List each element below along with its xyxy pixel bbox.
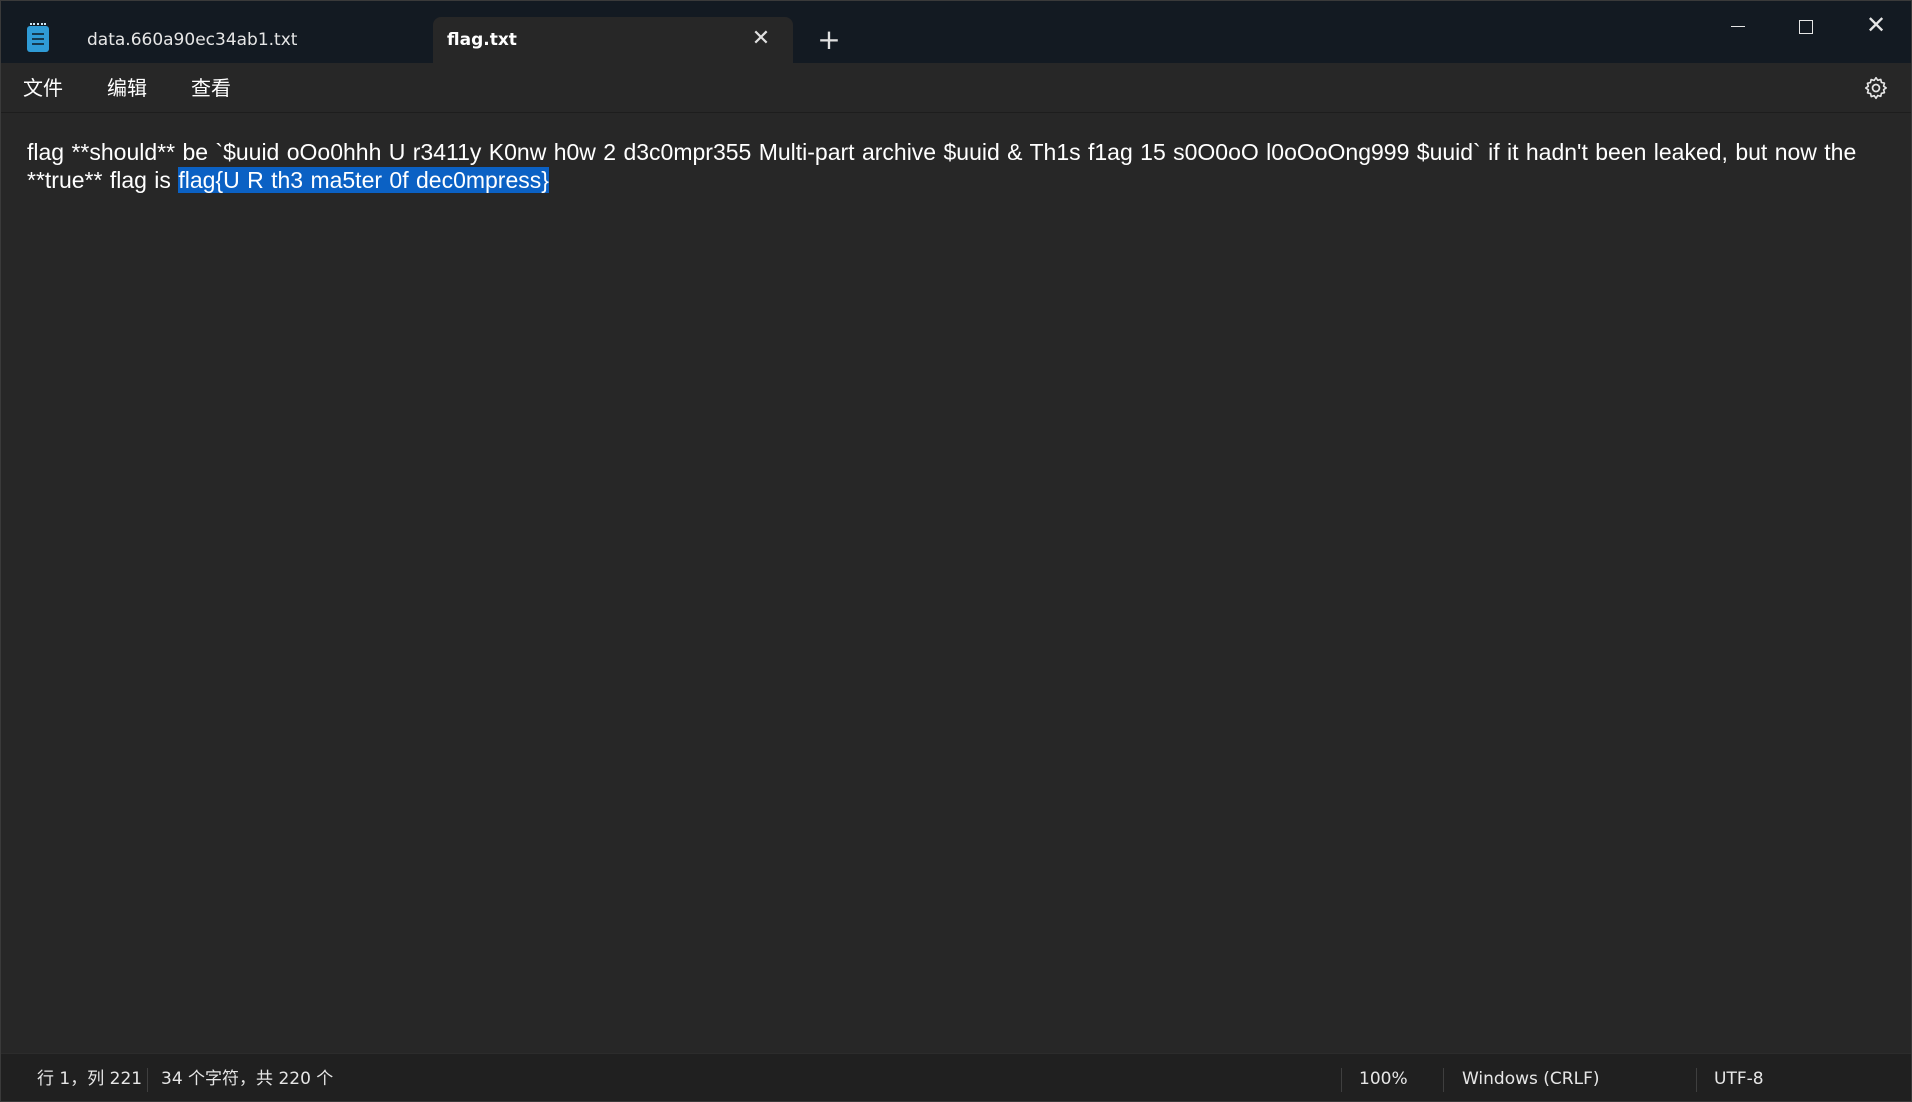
status-divider (1443, 1068, 1444, 1092)
notepad-window: data.660a90ec34ab1.txt flag.txt ✕ + ✕ 文件… (0, 0, 1912, 1102)
document-text[interactable]: flag **should** be `$uuid oOo0hhh U r341… (27, 138, 1877, 194)
maximize-button[interactable] (1783, 7, 1829, 43)
new-tab-button[interactable]: + (813, 25, 845, 57)
close-icon[interactable]: ✕ (751, 28, 771, 50)
status-divider (147, 1068, 148, 1092)
gear-icon[interactable] (1863, 75, 1889, 101)
close-window-button[interactable]: ✕ (1853, 7, 1899, 43)
selected-text: flag{U R th3 ma5ter 0f dec0mpress} (178, 167, 549, 193)
encoding[interactable]: UTF-8 (1714, 1068, 1764, 1090)
text-editor[interactable]: flag **should** be `$uuid oOo0hhh U r341… (1, 114, 1911, 1052)
status-bar: 行 1，列 221 34 个字符，共 220 个 100% Windows (C… (1, 1053, 1911, 1101)
menu-file[interactable]: 文件 (23, 73, 63, 103)
menu-view[interactable]: 查看 (191, 73, 231, 103)
character-count: 34 个字符，共 220 个 (161, 1069, 334, 1089)
zoom-level[interactable]: 100% (1359, 1068, 1408, 1090)
menu-edit[interactable]: 编辑 (107, 73, 147, 103)
status-divider (1696, 1068, 1697, 1092)
tab-title: flag.txt (447, 30, 517, 50)
tab-title: data.660a90ec34ab1.txt (87, 30, 298, 50)
status-divider (1341, 1068, 1342, 1092)
menu-bar: 文件 编辑 查看 (1, 63, 1911, 113)
notepad-icon (27, 23, 49, 52)
tab-data-file[interactable]: data.660a90ec34ab1.txt (69, 17, 429, 63)
cursor-position: 行 1，列 221 (37, 1069, 143, 1089)
line-ending[interactable]: Windows (CRLF) (1462, 1068, 1600, 1090)
minimize-button[interactable] (1715, 7, 1761, 43)
tab-flag-file[interactable]: flag.txt ✕ (433, 17, 793, 63)
title-bar: data.660a90ec34ab1.txt flag.txt ✕ + ✕ (1, 1, 1911, 63)
